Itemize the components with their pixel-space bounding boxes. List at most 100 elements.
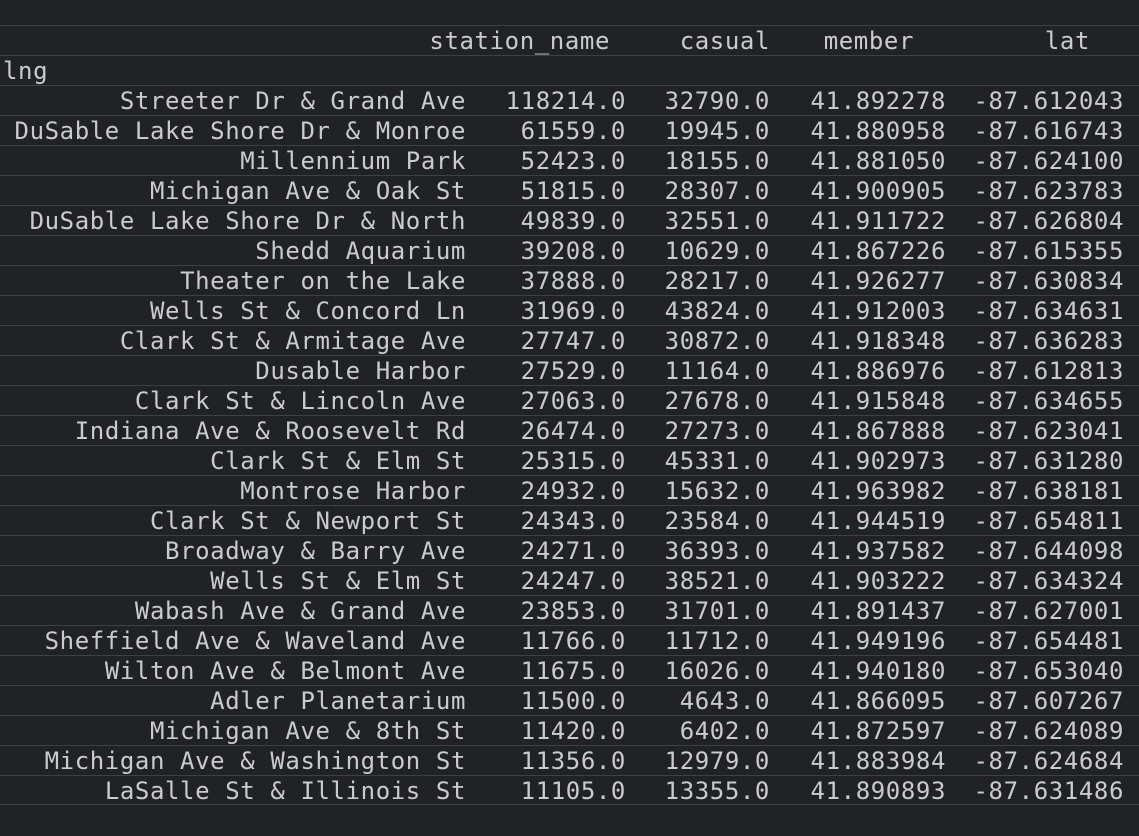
cell-casual: 11420.0 <box>520 717 626 745</box>
cell-station-name: Wabash Ave & Grand Ave <box>134 597 466 625</box>
cell-member: 45331.0 <box>664 447 770 475</box>
cell-lng: -87.654811 <box>973 507 1124 535</box>
cell-casual: 24247.0 <box>520 567 626 595</box>
cell-station-name: Michigan Ave & Washington St <box>44 747 466 775</box>
table-row: Broadway & Barry Ave 24271.0 36393.0 41.937… <box>0 535 1139 565</box>
cell-lat: 41.886976 <box>810 357 946 385</box>
cell-station-name: Clark St & Lincoln Ave <box>134 387 466 415</box>
cell-station-name: Theater on the Lake <box>180 267 466 295</box>
cell-lat: 41.902973 <box>810 447 946 475</box>
cell-member: 43824.0 <box>664 297 770 325</box>
cell-casual: 27529.0 <box>520 357 626 385</box>
cell-casual: 27063.0 <box>520 387 626 415</box>
cell-lng: -87.644098 <box>973 537 1124 565</box>
table-header-row: station_name casual member lat <box>0 25 1139 55</box>
cell-lat: 41.940180 <box>810 657 946 685</box>
cell-casual: 31969.0 <box>520 297 626 325</box>
column-header-member: member <box>823 27 914 55</box>
cell-station-name: Broadway & Barry Ave <box>165 537 466 565</box>
cell-lat: 41.937582 <box>810 537 946 565</box>
cell-casual: 25315.0 <box>520 447 626 475</box>
cell-casual: 118214.0 <box>505 87 626 115</box>
cell-lat: 41.900905 <box>810 177 946 205</box>
table-row: Clark St & Lincoln Ave 27063.0 27678.0 41.9… <box>0 385 1139 415</box>
index-name-label: lng <box>3 57 49 85</box>
table-row: Wilton Ave & Belmont Ave 11675.0 16026.0 41… <box>0 655 1139 685</box>
table-row: Adler Planetarium 11500.0 4643.0 41.866095-… <box>0 685 1139 715</box>
cell-station-name: Clark St & Newport St <box>149 507 466 535</box>
cell-lng: -87.607267 <box>973 687 1124 715</box>
index-name-row: lng <box>0 55 1139 85</box>
cell-lat: 41.949196 <box>810 627 946 655</box>
table-row: DuSable Lake Shore Dr & North 49839.0 3255… <box>0 205 1139 235</box>
cell-casual: 51815.0 <box>520 177 626 205</box>
cell-member: 27273.0 <box>664 417 770 445</box>
table-row: Michigan Ave & Washington St 11356.0 12979… <box>0 745 1139 775</box>
cell-casual: 11766.0 <box>520 627 626 655</box>
cell-station-name: Shedd Aquarium <box>255 237 466 265</box>
cell-lng: -87.623783 <box>973 177 1124 205</box>
cell-member: 36393.0 <box>664 537 770 565</box>
cell-lat: 41.915848 <box>810 387 946 415</box>
cell-lng: -87.638181 <box>973 477 1124 505</box>
table-row: Millennium Park 52423.0 18155.0 41.881050 -8… <box>0 145 1139 175</box>
table-row: Clark St & Elm St 25315.0 45331.0 41.902973… <box>0 445 1139 475</box>
cell-station-name: DuSable Lake Shore Dr & North <box>29 207 466 235</box>
cell-casual: 24343.0 <box>520 507 626 535</box>
cell-member: 13355.0 <box>664 777 770 805</box>
cell-lat: 41.891437 <box>810 597 946 625</box>
cell-lng: -87.624089 <box>973 717 1124 745</box>
table-row: Clark St & Armitage Ave 27747.0 30872.0 41.… <box>0 325 1139 355</box>
cell-lat: 41.926277 <box>810 267 946 295</box>
cell-member: 10629.0 <box>664 237 770 265</box>
cell-member: 23584.0 <box>664 507 770 535</box>
cell-station-name: Dusable Harbor <box>255 357 466 385</box>
cell-casual: 27747.0 <box>520 327 626 355</box>
cell-member: 19945.0 <box>664 117 770 145</box>
cell-station-name: Montrose Harbor <box>240 477 466 505</box>
cell-station-name: Sheffield Ave & Waveland Ave <box>44 627 466 655</box>
cell-lng: -87.653040 <box>973 657 1124 685</box>
cell-casual: 23853.0 <box>520 597 626 625</box>
cell-member: 38521.0 <box>664 567 770 595</box>
cell-station-name: Wells St & Concord Ln <box>149 297 466 325</box>
cell-member: 16026.0 <box>664 657 770 685</box>
cell-station-name: Wells St & Elm St <box>210 567 466 595</box>
cell-member: 6402.0 <box>679 717 770 745</box>
cell-lng: -87.636283 <box>973 327 1124 355</box>
table-row: Theater on the Lake 37888.0 28217.0 41.9262… <box>0 265 1139 295</box>
cell-casual: 39208.0 <box>520 237 626 265</box>
cell-lat: 41.892278 <box>810 87 946 115</box>
cell-lng: -87.631280 <box>973 447 1124 475</box>
cell-station-name: Wilton Ave & Belmont Ave <box>104 657 466 685</box>
table-row: Michigan Ave & Oak St 51815.0 28307.0 41.90… <box>0 175 1139 205</box>
cell-casual: 24271.0 <box>520 537 626 565</box>
table-row: Shedd Aquarium 39208.0 10629.0 41.867226 -87… <box>0 235 1139 265</box>
cell-member: 28307.0 <box>664 177 770 205</box>
cell-lat: 41.918348 <box>810 327 946 355</box>
table-row: Streeter Dr & Grand Ave 118214.0 32790.0 41… <box>0 85 1139 115</box>
cell-station-name: Michigan Ave & Oak St <box>149 177 466 205</box>
cell-lat: 41.881050 <box>810 147 946 175</box>
table-row: Wells St & Concord Ln 31969.0 43824.0 41.91… <box>0 295 1139 325</box>
cell-lat: 41.963982 <box>810 477 946 505</box>
cell-lng: -87.612043 <box>973 87 1124 115</box>
cell-casual: 61559.0 <box>520 117 626 145</box>
cell-casual: 11500.0 <box>520 687 626 715</box>
column-header-casual: casual <box>679 27 770 55</box>
cell-lng: -87.630834 <box>973 267 1124 295</box>
cell-lat: 41.883984 <box>810 747 946 775</box>
cell-station-name: Clark St & Armitage Ave <box>119 327 466 355</box>
cell-lng: -87.612813 <box>973 357 1124 385</box>
cell-lng: -87.624100 <box>973 147 1124 175</box>
cell-station-name: DuSable Lake Shore Dr & Monroe <box>14 117 466 145</box>
cell-member: 32551.0 <box>664 207 770 235</box>
cell-lng: -87.654481 <box>973 627 1124 655</box>
cell-lat: 41.944519 <box>810 507 946 535</box>
cell-lng: -87.616743 <box>973 117 1124 145</box>
cell-lat: 41.890893 <box>810 777 946 805</box>
cell-lat: 41.867888 <box>810 417 946 445</box>
cell-lng: -87.615355 <box>973 237 1124 265</box>
column-header-station-name: station_name <box>429 27 610 55</box>
cell-lng: -87.634655 <box>973 387 1124 415</box>
